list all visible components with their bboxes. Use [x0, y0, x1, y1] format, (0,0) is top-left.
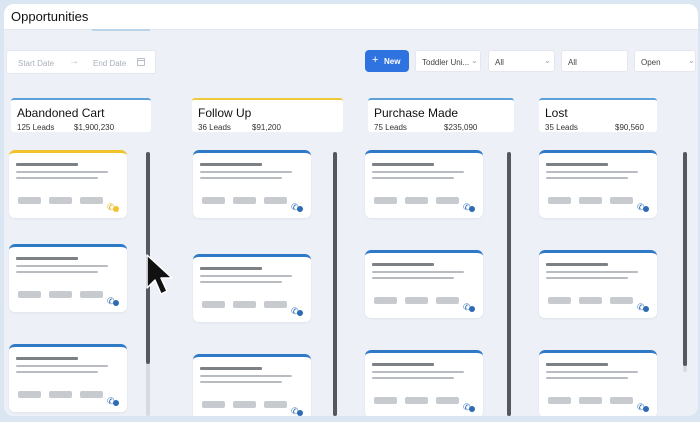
- status-select[interactable]: Open ⌄: [634, 50, 696, 72]
- column-header-lost[interactable]: Lost 35 Leads $90,560: [539, 98, 657, 132]
- chat-icon[interactable]: [113, 300, 119, 306]
- scrollbar-thumb[interactable]: [333, 152, 337, 416]
- lead-card[interactable]: ✆: [365, 250, 483, 318]
- calendar-icon[interactable]: [137, 58, 145, 66]
- column-total-value: $91,200: [252, 123, 281, 132]
- column-name: Abandoned Cart: [17, 106, 105, 120]
- start-date-input[interactable]: Start Date: [18, 59, 54, 68]
- chat-icon[interactable]: [643, 206, 649, 212]
- date-range-picker[interactable]: Start Date → End Date: [6, 50, 156, 74]
- column-lead-count: 36 Leads: [198, 123, 231, 132]
- column-header-purchase-made[interactable]: Purchase Made 75 Leads $235,090: [368, 98, 514, 132]
- chat-icon[interactable]: [297, 310, 303, 316]
- status-select-value: Open: [641, 58, 661, 67]
- lead-card[interactable]: ✆: [193, 150, 311, 218]
- lead-card[interactable]: ✆: [193, 354, 311, 416]
- chat-icon[interactable]: [113, 400, 119, 406]
- chat-icon[interactable]: [469, 306, 475, 312]
- chat-icon[interactable]: [297, 206, 303, 212]
- stage-select-value: All: [495, 58, 504, 67]
- lead-card[interactable]: ✆: [365, 350, 483, 416]
- column-name: Follow Up: [198, 106, 252, 120]
- lead-card[interactable]: ✆: [539, 350, 657, 416]
- column-header-abandoned-cart[interactable]: Abandoned Cart 125 Leads $1,900,230: [11, 98, 151, 132]
- chevron-down-icon: ⌄: [688, 56, 695, 65]
- owner-select-value: All: [568, 58, 577, 67]
- lead-card[interactable]: ✆: [539, 250, 657, 318]
- column-header-follow-up[interactable]: Follow Up 36 Leads $91,200: [192, 98, 343, 132]
- owner-select[interactable]: All: [561, 50, 628, 72]
- chat-icon[interactable]: [643, 306, 649, 312]
- chat-icon[interactable]: [113, 206, 119, 212]
- column-total-value: $90,560: [615, 123, 644, 132]
- scrollbar-thumb[interactable]: [683, 152, 687, 366]
- column-total-value: $1,900,230: [74, 123, 115, 132]
- column-scrollbar[interactable]: [507, 152, 511, 416]
- chat-icon[interactable]: [469, 206, 475, 212]
- column-lead-count: 35 Leads: [545, 123, 578, 132]
- new-button-label: New: [384, 57, 401, 66]
- pipeline-select-value: Toddler Uni...: [422, 58, 470, 67]
- title-underline: [92, 29, 150, 31]
- scrollbar-thumb[interactable]: [507, 152, 511, 416]
- column-scrollbar[interactable]: [683, 152, 687, 372]
- app-window: Opportunities Start Date → End Date + Ne…: [4, 4, 698, 416]
- end-date-input[interactable]: End Date: [93, 59, 126, 68]
- arrow-right-icon: →: [69, 56, 79, 67]
- chat-icon[interactable]: [297, 410, 303, 416]
- lead-card[interactable]: ✆: [9, 244, 127, 312]
- stage-select[interactable]: All ⌄: [488, 50, 555, 72]
- lead-card[interactable]: ✆: [539, 150, 657, 218]
- column-scrollbar[interactable]: [333, 152, 337, 416]
- chevron-down-icon: ⌄: [544, 56, 551, 65]
- column-name: Purchase Made: [374, 106, 459, 120]
- lead-card[interactable]: ✆: [193, 254, 311, 322]
- column-lead-count: 75 Leads: [374, 123, 407, 132]
- lead-card[interactable]: ✆: [9, 344, 127, 412]
- column-name: Lost: [545, 106, 568, 120]
- chat-icon[interactable]: [643, 406, 649, 412]
- top-bar: Opportunities: [4, 4, 698, 31]
- column-total-value: $235,090: [444, 123, 478, 132]
- mouse-cursor-icon: [146, 254, 173, 295]
- chevron-down-icon: ⌄: [471, 56, 478, 65]
- page-title: Opportunities: [11, 9, 89, 24]
- new-button[interactable]: + New: [365, 50, 409, 72]
- pipeline-select[interactable]: Toddler Uni... ⌄: [415, 50, 481, 72]
- lead-card[interactable]: ✆: [365, 150, 483, 218]
- chat-icon[interactable]: [469, 406, 475, 412]
- lead-card[interactable]: ✆: [9, 150, 127, 218]
- column-lead-count: 125 Leads: [17, 123, 55, 132]
- plus-icon: +: [372, 54, 379, 66]
